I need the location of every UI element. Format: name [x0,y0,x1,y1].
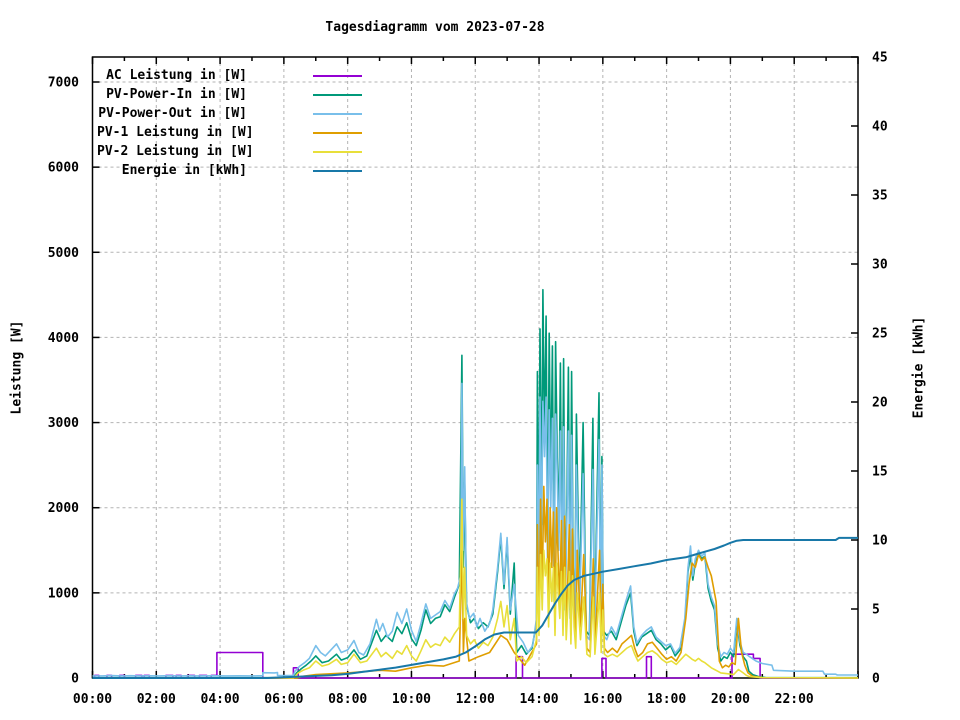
legend-label: Energie in [kWh] [121,163,247,178]
legend-item: PV-2 Leistung in [W] [97,142,362,161]
x-tick-label: 14:00 [519,692,558,707]
x-tick-label: 08:00 [328,692,367,707]
y-right-tick-labels: 0 5 10 15 20 25 30 35 40 45 [872,51,888,687]
y-right-tick-label: 35 [872,189,888,204]
y-left-tick-label: 5000 [48,246,79,261]
legend-item: PV-Power-In in [W] [97,85,362,104]
y-right-tick-label: 5 [872,603,880,618]
y-right-tick-label: 25 [872,327,888,342]
legend-label: PV-2 Leistung in [W] [97,144,254,159]
y-right-tick-label: 45 [872,51,888,66]
legend-item: Energie in [kWh] [97,161,362,180]
legend-line-swatch [313,169,362,172]
legend-label: PV-1 Leistung in [W] [97,125,254,140]
y-right-tick-label: 40 [872,120,888,135]
legend-line-swatch [313,150,362,153]
x-tick-labels: 00:00 02:00 04:00 06:00 08:00 10:00 12:00 14:00… [73,692,814,707]
legend: AC Leistung in [W] PV-Power-In in [W] PV-P… [97,66,362,180]
legend-item: PV-Power-Out in [W] [97,104,362,123]
y-left-tick-label: 1000 [48,586,79,601]
y-right-tick-label: 10 [872,534,888,549]
legend-label: PV-Power-Out in [W] [98,106,247,121]
legend-line-swatch [313,93,362,96]
x-tick-label: 02:00 [137,692,176,707]
legend-item: PV-1 Leistung in [W] [97,123,362,142]
y-left-tick-labels: 0 1000 2000 3000 4000 5000 6000 7000 [48,76,79,687]
y-left-tick-label: 3000 [48,416,79,431]
y-right-tick-label: 0 [872,672,880,687]
y-left-tick-label: 0 [71,672,79,687]
x-tick-label: 10:00 [392,692,431,707]
x-tick-label: 04:00 [201,692,240,707]
y-right-tick-label: 20 [872,396,888,411]
x-tick-label: 22:00 [775,692,814,707]
y-left-tick-label: 4000 [48,331,79,346]
y-left-tick-label: 2000 [48,501,79,516]
x-tick-label: 00:00 [73,692,112,707]
legend-line-swatch [313,74,362,77]
x-tick-label: 18:00 [647,692,686,707]
legend-line-swatch [313,131,362,134]
legend-label: PV-Power-In in [W] [106,87,247,102]
x-tick-label: 12:00 [456,692,495,707]
series-pv-power-out-in-w [92,382,858,677]
y-left-tick-label: 6000 [48,161,79,176]
legend-line-swatch [313,112,362,115]
y-right-tick-label: 30 [872,258,888,273]
y-right-tick-label: 15 [872,465,888,480]
legend-item: AC Leistung in [W] [97,66,362,85]
chart-container: Tagesdiagramm vom 2023-07-28 Leistung [W… [0,0,960,720]
x-tick-label: 16:00 [583,692,622,707]
legend-label: AC Leistung in [W] [106,68,247,83]
x-tick-label: 06:00 [264,692,303,707]
x-tick-label: 20:00 [711,692,750,707]
y-left-tick-label: 7000 [48,76,79,91]
